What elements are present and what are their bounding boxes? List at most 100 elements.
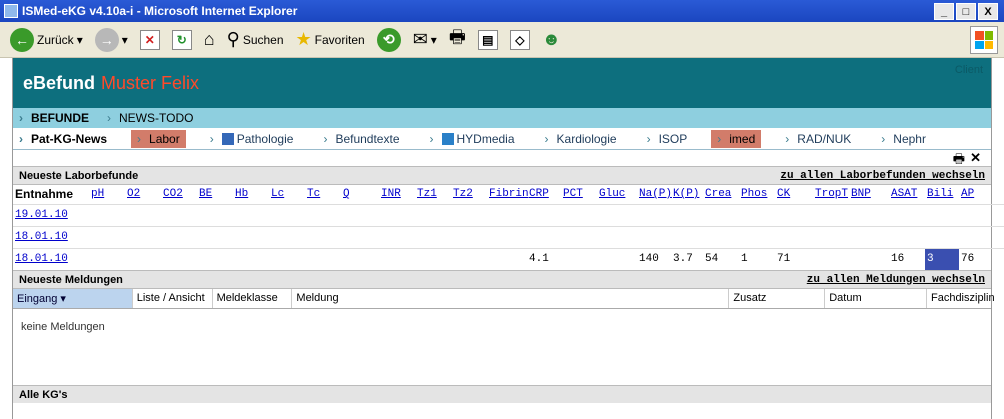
lab-header-row: Entnahme pH O2 CO2 BE Hb Lc Tc Q INR Tz1 Tz2 Fibrin C… <box>13 185 1004 204</box>
lab-col-link[interactable]: O2 <box>127 188 140 200</box>
print-toolbar-button[interactable]: 🖶 <box>445 23 470 57</box>
mail-button[interactable]: ✉ ▾ <box>409 27 441 52</box>
lab-col-link[interactable]: BE <box>199 188 212 200</box>
mail-icon: ✉ <box>412 29 428 49</box>
lab-col-link[interactable]: Na(P) <box>639 188 672 200</box>
nav-befunde[interactable]: BEFUNDE <box>13 111 101 125</box>
lab-col-link[interactable]: Q <box>343 188 350 200</box>
lab-value-cell: 3 <box>925 247 959 270</box>
lab-value-cell <box>125 247 161 270</box>
lab-date-cell: 18.01.10 <box>13 247 89 270</box>
lab-date-link[interactable]: 18.01.10 <box>15 253 68 265</box>
lab-value-cell <box>889 203 925 226</box>
tab-hydmedia[interactable]: HYDmedia <box>424 130 521 148</box>
lab-col-header: Gluc <box>597 185 637 204</box>
lab-col-header: BE <box>197 185 233 204</box>
lab-col-link[interactable]: Gluc <box>599 188 625 200</box>
app-header: eBefund Muster Felix Client <box>13 58 991 108</box>
lab-col-link[interactable]: Bili <box>927 188 953 200</box>
forward-button[interactable]: → ▾ <box>91 26 132 54</box>
lab-value-cell <box>637 225 671 248</box>
lab-col-link[interactable]: Lc <box>271 188 284 200</box>
lab-col-link[interactable]: Crea <box>705 188 731 200</box>
col-zusatz[interactable]: Zusatz <box>729 289 826 308</box>
home-button[interactable]: ⌂ <box>200 27 219 52</box>
search-button[interactable]: ⚲ Suchen <box>223 27 288 52</box>
lab-value-cell <box>889 225 925 248</box>
tab-pat-kg-news[interactable]: Pat-KG-News <box>13 130 113 148</box>
header-corner-text: Client <box>954 64 983 76</box>
pathologie-icon <box>221 132 234 145</box>
col-liste-ansicht[interactable]: Liste / Ansicht <box>133 289 213 308</box>
maximize-button[interactable]: □ <box>956 3 976 20</box>
minimize-button[interactable]: _ <box>934 3 954 20</box>
tab-imed[interactable]: imed <box>711 129 762 148</box>
lab-value-cell <box>197 203 233 226</box>
tab-befundtexte[interactable]: Befundtexte <box>317 130 405 148</box>
lab-col-link[interactable]: CO2 <box>163 188 183 200</box>
lab-col-link[interactable]: Fibrin <box>489 188 529 200</box>
lab-value-cell <box>487 203 527 226</box>
messenger-button[interactable]: ☻ <box>538 27 565 52</box>
favorites-button[interactable]: ★ Favoriten <box>292 27 369 52</box>
lab-value-cell <box>671 225 703 248</box>
search-label: Suchen <box>242 32 284 47</box>
lab-date-link[interactable]: 18.01.10 <box>15 231 68 243</box>
lab-col-link[interactable]: INR <box>381 188 401 200</box>
lab-col-link[interactable]: AP <box>961 188 974 200</box>
lab-value-cell <box>561 225 597 248</box>
edit-button[interactable]: ▤ <box>474 28 502 52</box>
close-window-button[interactable]: X <box>978 3 998 20</box>
col-fachdisziplin[interactable]: Fachdisziplin <box>927 289 995 308</box>
lab-value-cell <box>379 203 415 226</box>
lab-col-header: TropT <box>813 185 849 204</box>
tab-labor[interactable]: Labor <box>131 129 186 148</box>
home-icon: ⌂ <box>203 29 215 49</box>
lab-col-link[interactable]: BNP <box>851 188 871 200</box>
lab-col-header: PCT <box>561 185 597 204</box>
close-icon[interactable]: ✕ <box>970 150 981 166</box>
edit-icon: ▤ <box>477 29 498 50</box>
tab-pathologie[interactable]: Pathologie <box>204 130 300 148</box>
lab-date-link[interactable]: 19.01.10 <box>15 209 68 221</box>
discuss-button[interactable]: ◇ <box>506 28 534 52</box>
col-meldung[interactable]: Meldung <box>292 289 730 308</box>
back-button[interactable]: ← Zurück ▾ <box>6 26 87 54</box>
lab-col-link[interactable]: CRP <box>529 188 549 200</box>
lab-col-link[interactable]: ASAT <box>891 188 917 200</box>
lab-col-link[interactable]: TropT <box>815 188 848 200</box>
lab-section-title: Neueste Laborbefunde <box>19 169 139 182</box>
lab-value-cell <box>161 247 197 270</box>
history-button[interactable]: ⟲ <box>373 26 405 54</box>
lab-col-link[interactable]: Tz2 <box>453 188 473 200</box>
col-datum[interactable]: Datum <box>825 289 927 308</box>
lab-col-link[interactable]: Tc <box>307 188 320 200</box>
print-icon[interactable]: 🖶 <box>953 150 965 172</box>
col-meldeklasse[interactable]: Meldeklasse <box>213 289 293 308</box>
search-icon: ⚲ <box>226 29 240 49</box>
lab-value-cell <box>703 225 739 248</box>
lab-col-header: CK <box>775 185 813 204</box>
lab-col-link[interactable]: PCT <box>563 188 583 200</box>
lab-col-link[interactable]: Hb <box>235 188 248 200</box>
lab-col-header: pH <box>89 185 125 204</box>
lab-col-link[interactable]: Tz1 <box>417 188 437 200</box>
col-eingang[interactable]: Eingang ▾ <box>13 289 133 308</box>
lab-value-cell: 16 <box>889 247 925 270</box>
tab-nephr[interactable]: Nephr <box>875 130 932 148</box>
lab-col-link[interactable]: Phos <box>741 188 767 200</box>
tab-isop[interactable]: ISOP <box>641 130 694 148</box>
lab-value-cell <box>305 203 341 226</box>
lab-value-cell: 71 <box>775 247 813 270</box>
all-messages-link[interactable]: zu allen Meldungen wechseln <box>807 274 985 286</box>
refresh-button[interactable]: ↻ <box>168 28 196 52</box>
lab-col-link[interactable]: K(P) <box>673 188 699 200</box>
lab-col-link[interactable]: CK <box>777 188 790 200</box>
stop-button[interactable]: ✕ <box>136 28 164 52</box>
nav-news-todo[interactable]: NEWS-TODO <box>101 111 205 125</box>
lab-col-header: CO2 <box>161 185 197 204</box>
tab-rad-nuk[interactable]: RAD/NUK <box>779 130 857 148</box>
lab-col-link[interactable]: pH <box>91 188 104 200</box>
tab-kardiologie[interactable]: Kardiologie <box>539 130 623 148</box>
lab-value-cell <box>925 203 959 226</box>
